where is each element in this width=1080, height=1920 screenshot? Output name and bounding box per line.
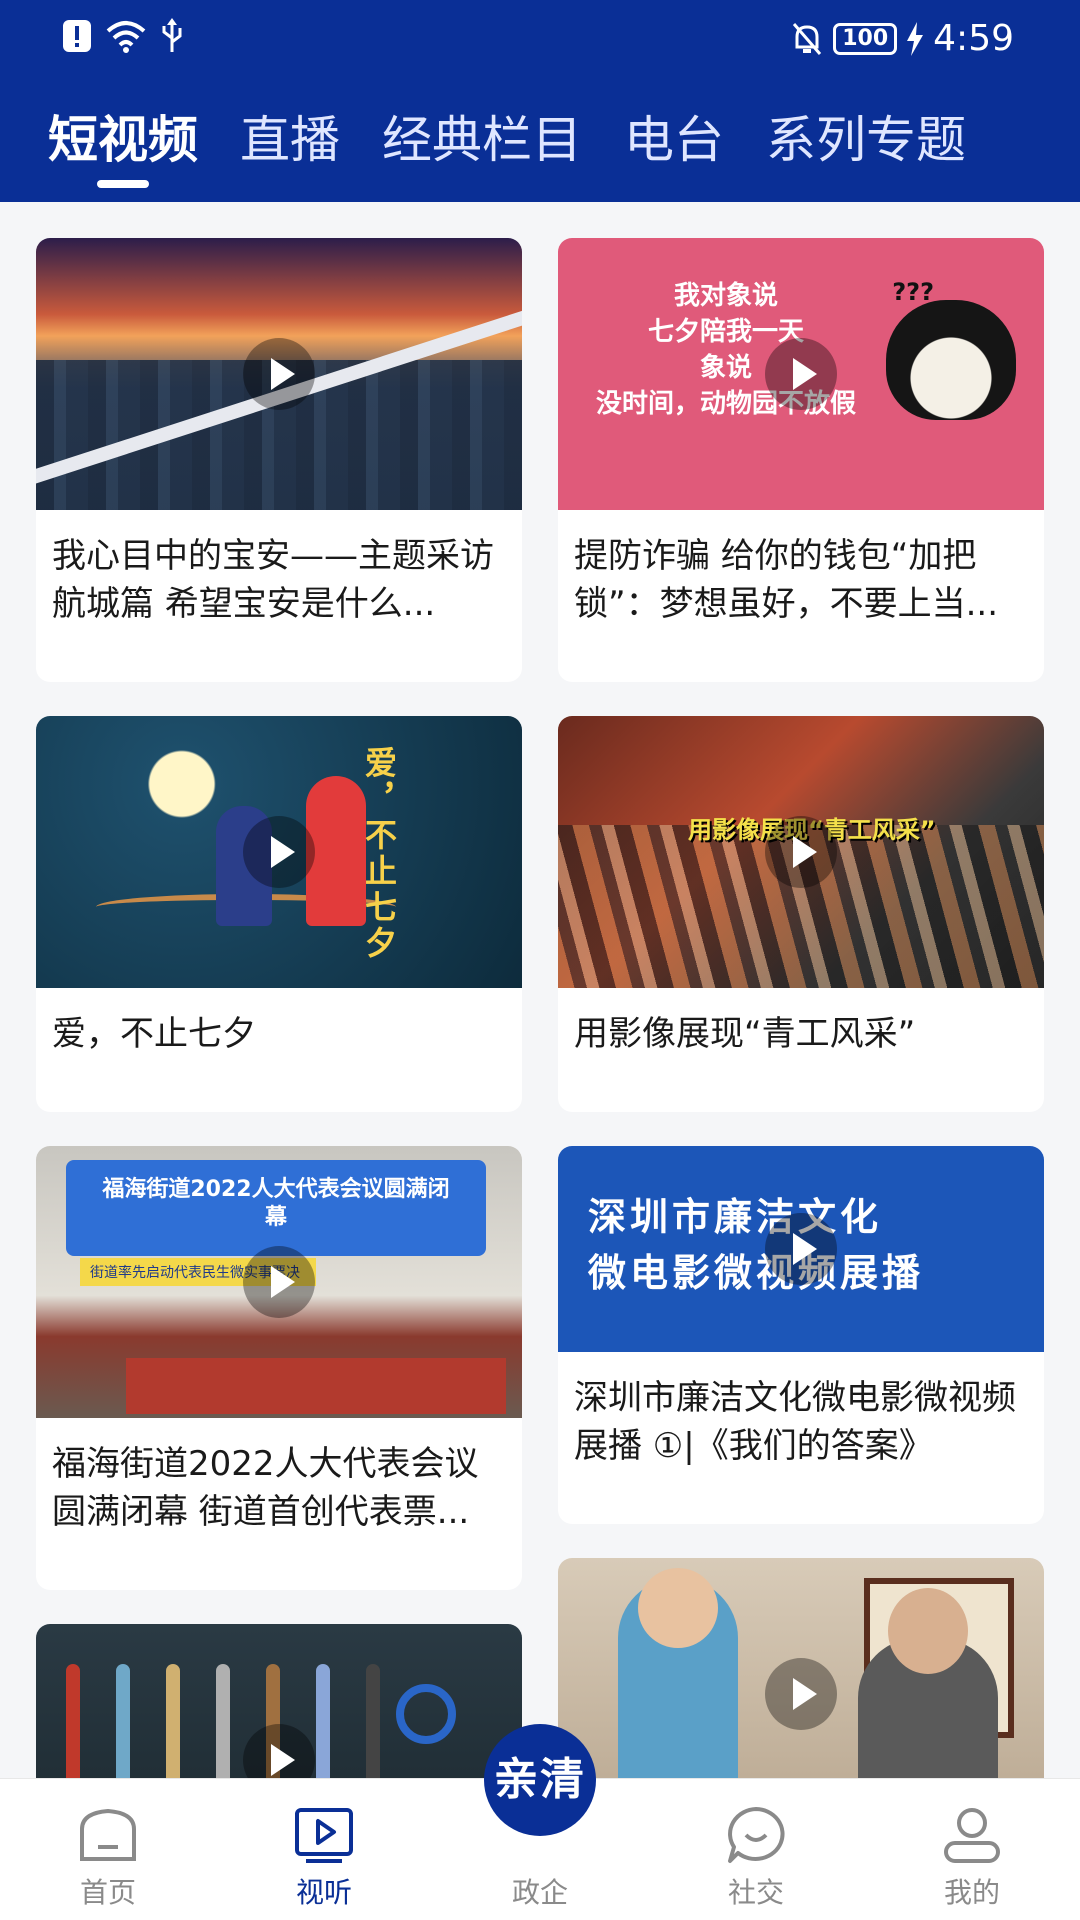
video-card[interactable]: 我心目中的宝安——主题采访航城篇 希望宝安是什么... [36, 238, 522, 682]
video-thumbnail[interactable]: 我对象说 七夕陪我一天 象说 没时间，动物园不放假 ??? [558, 238, 1044, 510]
video-title: 深圳市廉洁文化微电影微视频展播 ①|《我们的答案》 [574, 1378, 1016, 1466]
video-play-icon [295, 1808, 353, 1863]
thumbnail-text: 微电影微视频展播 [588, 1251, 925, 1295]
chat-bubble-icon [728, 1807, 785, 1863]
video-title: 提防诈骗 给你的钱包“加把锁”：梦想虽好，不要上当... [574, 536, 999, 624]
video-thumbnail[interactable] [36, 1624, 522, 1778]
tab-series-topics[interactable]: 系列专题 [766, 100, 966, 190]
thumbnail-text: 福海街道2022人大代表会议圆满闭幕 [102, 1177, 450, 1230]
usb-icon [162, 18, 182, 52]
play-icon [243, 338, 315, 410]
nav-label: 社交 [727, 1876, 784, 1909]
tab-classic-columns[interactable]: 经典栏目 [382, 100, 582, 190]
video-title: 用影像展现“青工风采” [574, 1014, 916, 1054]
video-thumbnail[interactable]: 用影像展现“青工风采” [558, 716, 1044, 988]
nav-mine[interactable]: 我的 [912, 1805, 1032, 1911]
video-title: 福海街道2022人大代表会议圆满闭幕 街道首创代表票... [52, 1444, 479, 1532]
tab-radio[interactable]: 电台 [624, 100, 724, 190]
wifi-icon [106, 21, 146, 53]
video-card[interactable] [36, 1624, 522, 1778]
battery-level: 100 [833, 22, 898, 55]
thumbnail-text: 爱，不止七夕 [360, 746, 398, 962]
meme-face-image [886, 300, 1016, 420]
play-icon [765, 1658, 837, 1730]
play-icon [765, 338, 837, 410]
top-tabs: 短视频 直播 经典栏目 电台 系列专题 [48, 100, 966, 200]
play-icon [765, 816, 837, 888]
video-thumbnail[interactable]: 福海街道2022人大代表会议圆满闭幕 街道率先启动代表民生微实事票决 [36, 1146, 522, 1418]
thumbnail-text: 深圳市廉洁文化 [588, 1195, 883, 1239]
video-card[interactable]: 爱，不止七夕 爱，不止七夕 [36, 716, 522, 1112]
nav-home[interactable]: 首页 [48, 1805, 168, 1911]
charging-icon [907, 21, 924, 56]
nav-label: 政企 [511, 1876, 568, 1909]
alert-icon [63, 20, 91, 52]
video-thumbnail[interactable]: 深圳市廉洁文化 微电影微视频展播 [558, 1146, 1044, 1352]
tab-live[interactable]: 直播 [240, 100, 340, 190]
video-thumbnail[interactable] [36, 238, 522, 510]
status-bar: 100 4:59 [0, 0, 1080, 78]
video-feed: 我心目中的宝安——主题采访航城篇 希望宝安是什么... 我对象说 七夕陪我一天 … [0, 202, 1080, 1778]
header: 100 4:59 短视频 直播 经典栏目 电台 系列专题 [0, 0, 1080, 202]
video-title: 爱，不止七夕 [52, 1014, 256, 1054]
thumbnail-text: 我对象说 七夕陪我一天 象说 没时间，动物园不放假 [595, 281, 856, 419]
video-card[interactable]: 福海街道2022人大代表会议圆满闭幕 街道率先启动代表民生微实事票决 福海街道2… [36, 1146, 522, 1590]
video-card[interactable]: 深圳市廉洁文化 微电影微视频展播 深圳市廉洁文化微电影微视频展播 ①|《我们的答… [558, 1146, 1044, 1524]
play-icon [243, 1724, 315, 1778]
mute-bell-icon [793, 22, 822, 55]
video-card[interactable]: 用影像展现“青工风采” 用影像展现“青工风采” [558, 716, 1044, 1112]
nav-label: 视听 [295, 1876, 352, 1909]
nav-label: 首页 [79, 1876, 136, 1909]
video-thumbnail[interactable]: 爱，不止七夕 [36, 716, 522, 988]
play-icon [243, 1246, 315, 1318]
user-icon [944, 1808, 1000, 1863]
tab-short-video[interactable]: 短视频 [48, 100, 198, 190]
nav-label: 我的 [943, 1876, 1000, 1909]
play-icon [765, 1213, 837, 1285]
video-card[interactable]: 我对象说 七夕陪我一天 象说 没时间，动物园不放假 ??? 提防诈骗 给你的钱包… [558, 238, 1044, 682]
clock: 4:59 [933, 18, 1014, 59]
nav-audio-video[interactable]: 视听 [264, 1805, 384, 1911]
home-icon [80, 1808, 136, 1861]
video-title: 我心目中的宝安——主题采访航城篇 希望宝安是什么... [52, 536, 494, 624]
nav-social[interactable]: 社交 [696, 1805, 816, 1911]
play-icon [243, 816, 315, 888]
qinqing-center-button[interactable]: 亲清 [484, 1724, 596, 1836]
video-thumbnail[interactable] [558, 1558, 1044, 1778]
video-card[interactable] [558, 1558, 1044, 1778]
